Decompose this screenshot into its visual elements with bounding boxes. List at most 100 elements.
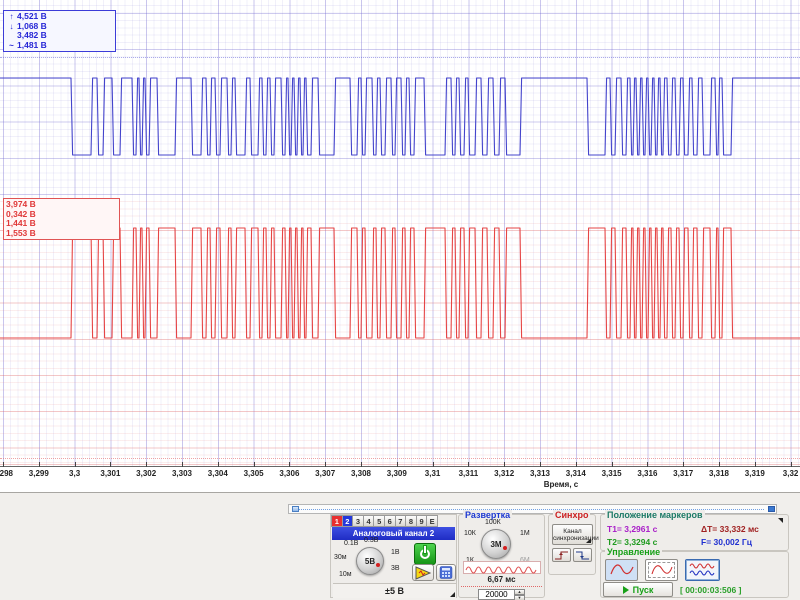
- rising-edge-button[interactable]: [552, 548, 571, 562]
- slider-thumb[interactable]: [292, 506, 299, 512]
- knob-label-01v: 0.1В: [344, 540, 358, 547]
- x-tick-label: 3,307: [315, 469, 335, 478]
- sweep-waveform-preview: [463, 561, 541, 574]
- channel-title: Аналоговый канал 2: [332, 527, 455, 540]
- time-per-division: 6,67 мс: [459, 575, 544, 584]
- x-tick-label: 3,311: [459, 469, 479, 478]
- x-tick-label: 3,303: [172, 469, 192, 478]
- x-tick-mark: [468, 462, 469, 467]
- multi-wave-icon: [688, 561, 718, 579]
- knob-label-10m: 10м: [339, 571, 352, 578]
- channel2-trace: [0, 228, 800, 338]
- x-tick-mark: [254, 462, 255, 467]
- x-tick-mark: [182, 462, 183, 467]
- falling-edge-icon: [575, 550, 590, 561]
- channel1-measurements: ↑ 4,521 В ↓ 1,068 В 3,482 В ~ 1,481 В: [3, 10, 116, 52]
- corner-resize-icon: [450, 592, 455, 597]
- knob-label-1m: 1М: [520, 530, 530, 537]
- frequency-value: F= 30,002 Гц: [701, 537, 752, 547]
- x-tick-mark: [504, 462, 505, 467]
- yellow-triangle-icon: [414, 566, 432, 580]
- measurement-row: 1,553 В: [6, 229, 116, 239]
- x-tick-label: 3,313: [530, 469, 550, 478]
- sample-rate-knob[interactable]: 3М: [481, 529, 511, 559]
- sine-preview-icon: [464, 564, 540, 575]
- x-tick-mark: [325, 462, 326, 467]
- elapsed-timer: [ 00:00:03:506 ]: [680, 585, 741, 595]
- x-tick-label: 3,301: [100, 469, 120, 478]
- calculator-button[interactable]: [436, 564, 456, 581]
- range-label: ±5 В: [385, 586, 404, 596]
- knob-label-30m: 30м: [334, 554, 347, 561]
- markers-panel-title: Положение маркеров: [605, 510, 705, 520]
- x-tick-mark: [540, 462, 541, 467]
- x-tick-mark: [75, 462, 76, 467]
- x-tick-label: 3,317: [673, 469, 693, 478]
- marker-dt-value: ΔT= 33,332 мс: [701, 524, 759, 534]
- spinner-buttons: ▲ ▼: [515, 589, 525, 600]
- knob-label-03v: 0.3В: [364, 537, 378, 544]
- channel-tab-E[interactable]: E: [426, 515, 438, 527]
- samples-input[interactable]: [478, 589, 515, 600]
- calculator-icon: [439, 566, 453, 579]
- spin-down-icon[interactable]: ▼: [514, 595, 525, 600]
- single-acquisition-button[interactable]: [605, 559, 638, 581]
- x-tick-mark: [218, 462, 219, 467]
- plot-area[interactable]: ↑ 4,521 В ↓ 1,068 В 3,482 В ~ 1,481 В 3,…: [0, 0, 800, 466]
- x-tick-label: 3,305: [244, 469, 264, 478]
- measurement-value: 1,553 В: [6, 229, 36, 239]
- x-tick-label: 3,299: [29, 469, 49, 478]
- x-tick-label: 3,32: [783, 469, 799, 478]
- x-tick-label: 3,298: [0, 469, 13, 478]
- x-tick-mark: [791, 462, 792, 467]
- single-sine-icon: [608, 561, 636, 579]
- knob-indicator-dot: [376, 563, 380, 567]
- x-tick-label: 3,315: [602, 469, 622, 478]
- x-tick-mark: [755, 462, 756, 467]
- x-tick-mark: [3, 462, 4, 467]
- dotted-rule: [461, 586, 542, 587]
- x-tick-mark: [433, 462, 434, 467]
- sync-channel-label: Канал синхронизации: [553, 528, 599, 542]
- x-axis-title: Время, с: [544, 480, 579, 489]
- min-icon: ↓: [6, 22, 17, 32]
- sweep-run-button[interactable]: [412, 564, 434, 581]
- channel2-measurements: 3,974 В 0,342 В 1,441 В 1,553 В: [3, 198, 120, 240]
- x-tick-label: 3,319: [745, 469, 765, 478]
- knob-value: 5В: [365, 557, 375, 566]
- x-tick-mark: [146, 462, 147, 467]
- falling-edge-button[interactable]: [573, 548, 592, 562]
- x-tick-mark: [39, 462, 40, 467]
- oscilloscope-traces: [0, 0, 800, 466]
- x-tick-label: 3,302: [136, 469, 156, 478]
- sync-channel-button[interactable]: Канал синхронизации: [552, 524, 593, 545]
- samples-spinner: ▲ ▼: [478, 589, 526, 600]
- x-tick-label: 3,314: [566, 469, 586, 478]
- x-tick-label: 3,312: [494, 469, 514, 478]
- collapse-icon[interactable]: [778, 518, 783, 523]
- x-tick-mark: [576, 462, 577, 467]
- knob-value: 3М: [490, 540, 501, 549]
- start-button[interactable]: Пуск: [603, 582, 673, 597]
- channel-panel: 123456789E Аналоговый канал 2 0.1В 0.3В …: [330, 514, 457, 598]
- channel-power-button[interactable]: [414, 543, 436, 565]
- max-icon: ↑: [6, 12, 17, 22]
- x-tick-label: 3,309: [387, 469, 407, 478]
- continuous-acquisition-button[interactable]: [685, 559, 720, 581]
- voltage-range-knob[interactable]: 5В: [356, 547, 384, 575]
- x-tick-mark: [647, 462, 648, 467]
- sync-panel-title: Синхро: [553, 510, 590, 520]
- x-tick-mark: [683, 462, 684, 467]
- windowed-acquisition-button[interactable]: [645, 559, 678, 581]
- knob-indicator-dot: [503, 546, 507, 550]
- x-tick-mark: [612, 462, 613, 467]
- voltage-range-display[interactable]: ±5 В: [333, 583, 456, 598]
- marker-t1-value: T1= 3,2961 с: [607, 524, 657, 534]
- power-icon: [420, 549, 430, 559]
- x-tick-mark: [397, 462, 398, 467]
- measurement-value: 1,481 В: [17, 41, 47, 51]
- dc-icon: [6, 31, 17, 41]
- channel-tabs: 123456789E: [332, 515, 438, 527]
- x-tick-mark: [719, 462, 720, 467]
- start-label: Пуск: [633, 585, 654, 595]
